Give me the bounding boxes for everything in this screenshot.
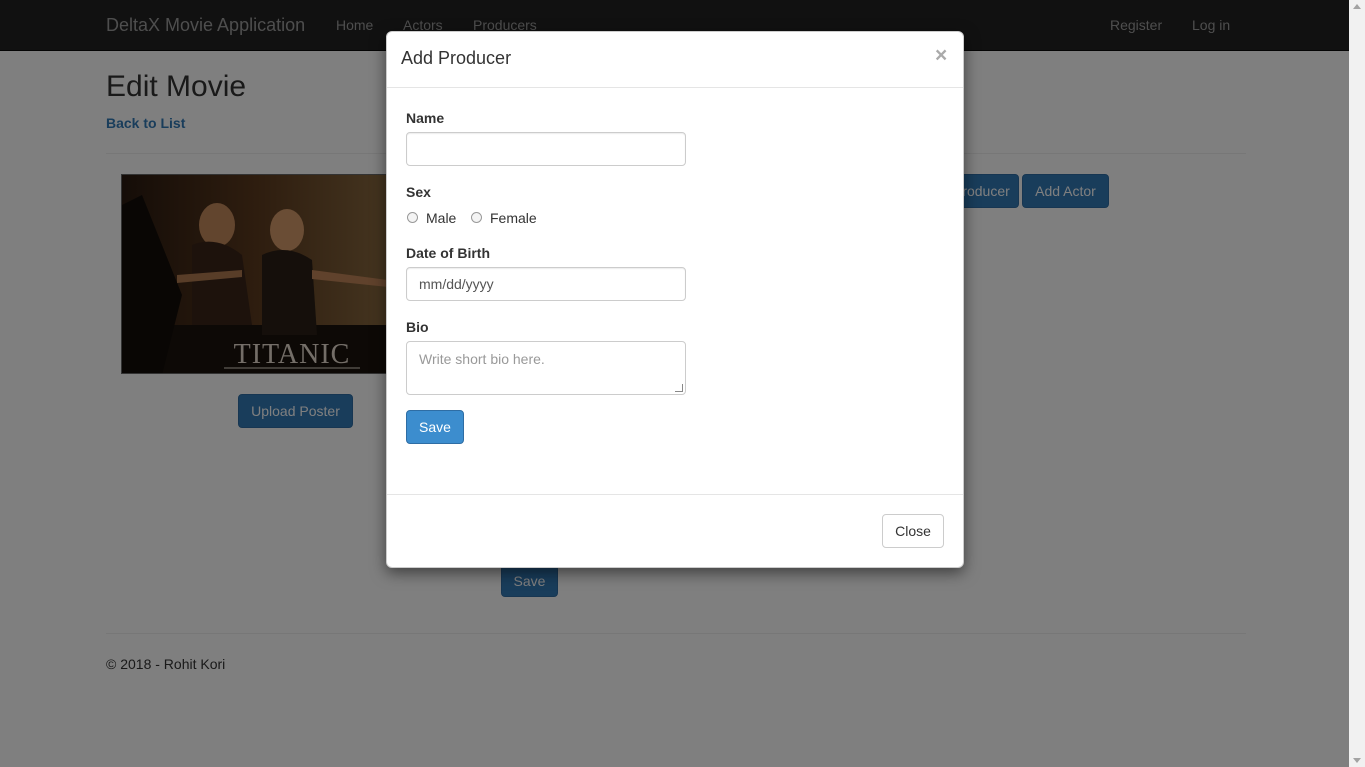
name-label: Name bbox=[406, 110, 445, 126]
sex-female-label[interactable]: Female bbox=[490, 210, 537, 226]
dob-placeholder: mm/dd/yyyy bbox=[419, 276, 494, 292]
dob-input[interactable]: mm/dd/yyyy bbox=[406, 267, 686, 301]
resize-grip-icon[interactable] bbox=[675, 384, 683, 392]
modal-close-button[interactable]: Close bbox=[882, 514, 944, 548]
name-input[interactable] bbox=[406, 132, 686, 166]
modal-header-divider bbox=[387, 87, 963, 88]
scroll-up-arrow-icon[interactable] bbox=[1353, 4, 1361, 9]
sex-male-label[interactable]: Male bbox=[426, 210, 456, 226]
modal-title: Add Producer bbox=[401, 48, 512, 68]
dob-label: Date of Birth bbox=[406, 245, 490, 261]
page-scrollbar[interactable] bbox=[1349, 0, 1365, 767]
sex-label: Sex bbox=[406, 184, 431, 200]
bio-label: Bio bbox=[406, 319, 429, 335]
scroll-down-arrow-icon[interactable] bbox=[1353, 758, 1361, 763]
sex-female-radio[interactable] bbox=[471, 212, 482, 223]
bio-placeholder: Write short bio here. bbox=[419, 351, 545, 367]
sex-male-radio[interactable] bbox=[407, 212, 418, 223]
add-producer-modal: Add Producer × Name Sex Male Female Date… bbox=[386, 31, 964, 568]
bio-textarea[interactable]: Write short bio here. bbox=[406, 341, 686, 395]
modal-footer-divider bbox=[387, 494, 963, 495]
producer-save-button[interactable]: Save bbox=[406, 410, 464, 444]
modal-close-icon[interactable]: × bbox=[935, 44, 947, 68]
